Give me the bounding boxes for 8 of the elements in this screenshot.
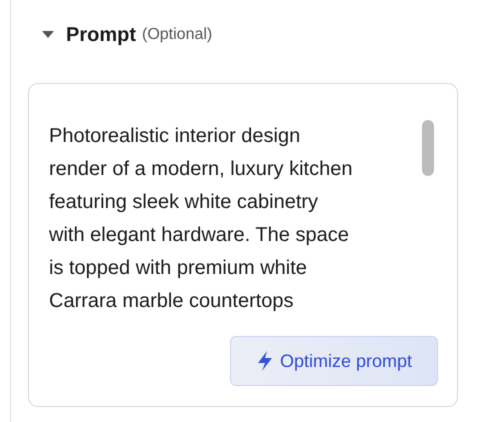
scrollbar-thumb[interactable] <box>422 120 434 176</box>
prompt-text: Photorealistic interior design render of a modern, luxury kitchen featuring sleek white cabinetry with elegant hardware. The space is topped with premium white Carrara marble countertops <box>49 124 352 314</box>
prompt-field[interactable] <box>28 83 458 407</box>
section-title: Prompt <box>66 24 136 46</box>
lightning-icon <box>256 350 274 372</box>
optional-note: (Optional) <box>142 26 212 44</box>
caret-icon[interactable] <box>42 31 54 39</box>
optimize-prompt-button[interactable]: Optimize prompt <box>230 336 438 386</box>
